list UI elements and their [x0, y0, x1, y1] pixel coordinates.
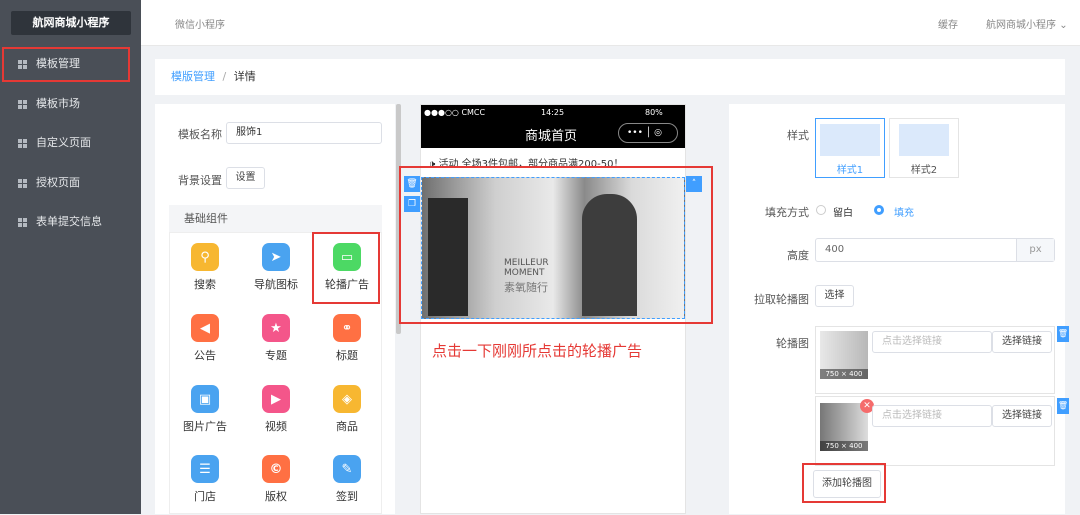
navigation-icon: ➤ — [262, 243, 290, 271]
unit-suffix: px — [1016, 239, 1054, 261]
component-store[interactable]: ☰ 门店 — [170, 445, 240, 515]
component-image-ad[interactable]: ▣ 图片广告 — [170, 375, 240, 445]
link-icon: ⚭ — [333, 314, 361, 342]
sidebar-item-auth-page[interactable]: 授权页面 — [0, 165, 141, 201]
highlight-box — [2, 47, 130, 82]
star-icon: ★ — [262, 314, 290, 342]
topbar-title: 微信小程序 — [175, 20, 225, 31]
sidebar-item-custom-page[interactable]: 自定义页面 — [0, 125, 141, 161]
highlight-box — [312, 232, 380, 304]
component-video[interactable]: ▶ 视频 — [241, 375, 311, 445]
bag-icon: ◈ — [333, 385, 361, 413]
template-name-label: 模板名称 — [178, 128, 222, 141]
component-signin[interactable]: ✎ 签到 — [312, 445, 382, 515]
chevron-down-icon: ⌄ — [1059, 20, 1068, 31]
annotation-text: 点击一下刚刚所点击的轮播广告 — [432, 342, 643, 360]
carousel-item: 750 × 400 ✕ 点击选择链接 选择链接 — [815, 396, 1055, 466]
copyright-icon: © — [262, 455, 290, 483]
style-label: 样式 — [787, 129, 809, 142]
bg-setting-label: 背景设置 — [178, 174, 222, 187]
grid-icon — [18, 217, 27, 227]
highlight-box — [802, 463, 886, 503]
status-time: 14:25 — [541, 108, 565, 117]
component-panel: 模板名称 服饰1 背景设置 设置 基础组件 ⚲ 搜索 ➤ 导航图标 ▭ 轮播广告 ◀ 公… — [155, 104, 395, 514]
account-menu[interactable]: 航网商城小程序 ⌄ — [986, 16, 1068, 31]
component-copyright[interactable]: © 版权 — [241, 445, 311, 515]
pull-select-button[interactable]: 选择 — [815, 285, 854, 307]
grid-icon — [18, 99, 27, 109]
template-name-input[interactable]: 服饰1 — [226, 122, 382, 144]
link-input[interactable]: 点击选择链接 — [872, 405, 992, 427]
phone-title: 商城首页 — [525, 129, 578, 144]
height-label: 高度 — [787, 249, 809, 262]
phone-header: ●●●○○ CMCC 14:25 80% 商城首页 ••• │ ◎ — [421, 105, 685, 148]
app-logo: 航网商城小程序 — [11, 11, 131, 35]
image-icon: ▣ — [191, 385, 219, 413]
speaker-icon: ◀ — [191, 314, 219, 342]
topbar: 微信小程序 缓存 航网商城小程序 ⌄ — [141, 0, 1080, 46]
delete-icon[interactable]: 🗑 — [1057, 326, 1069, 342]
delete-icon[interactable]: 🗑 — [1057, 398, 1069, 414]
component-nav-icon[interactable]: ➤ 导航图标 — [241, 233, 311, 303]
fill-radio-fill[interactable] — [874, 205, 884, 215]
style-option-1[interactable]: 样式1 — [815, 118, 885, 178]
select-link-button[interactable]: 选择链接 — [992, 331, 1052, 353]
breadcrumb-current: 详情 — [233, 70, 256, 83]
bg-setting-button[interactable]: 设置 — [226, 167, 265, 189]
pull-label: 拉取轮播图 — [754, 293, 809, 306]
grid-icon — [18, 178, 27, 188]
carousel-label: 轮播图 — [776, 337, 809, 350]
component-topic[interactable]: ★ 专题 — [241, 304, 311, 374]
highlight-box — [399, 166, 713, 324]
sidebar-item-template-market[interactable]: 模板市场 — [0, 86, 141, 122]
cache-link[interactable]: 缓存 — [938, 16, 958, 31]
video-icon: ▶ — [262, 385, 290, 413]
breadcrumb: 模版管理 / 详情 — [155, 59, 1065, 95]
component-goods[interactable]: ◈ 商品 — [312, 375, 382, 445]
settings-panel: 样式 样式1 样式2 填充方式 留白 填充 高度 400 px 拉取轮播图 选择… — [729, 104, 1065, 514]
style-option-2[interactable]: 样式2 — [889, 118, 959, 178]
component-title[interactable]: ⚭ 标题 — [312, 304, 382, 374]
status-carrier: ●●●○○ CMCC — [424, 108, 486, 117]
carousel-item: 750 × 400 点击选择链接 选择链接 — [815, 326, 1055, 394]
fill-label: 填充方式 — [765, 206, 809, 219]
select-link-button[interactable]: 选择链接 — [992, 405, 1052, 427]
pen-icon: ✎ — [333, 455, 361, 483]
battery-icon: 80% — [645, 108, 663, 117]
search-icon: ⚲ — [191, 243, 219, 271]
fill-radio-blank[interactable] — [816, 205, 826, 215]
sidebar-item-form-info[interactable]: 表单提交信息 — [0, 204, 141, 240]
component-search[interactable]: ⚲ 搜索 — [170, 233, 240, 303]
section-title: 基础组件 — [169, 205, 382, 232]
link-input[interactable]: 点击选择链接 — [872, 331, 992, 353]
store-icon: ☰ — [191, 455, 219, 483]
grid-icon — [18, 138, 27, 148]
component-notice[interactable]: ◀ 公告 — [170, 304, 240, 374]
breadcrumb-parent[interactable]: 模版管理 — [171, 70, 215, 83]
capsule-menu-icon: ••• │ ◎ — [618, 123, 678, 143]
